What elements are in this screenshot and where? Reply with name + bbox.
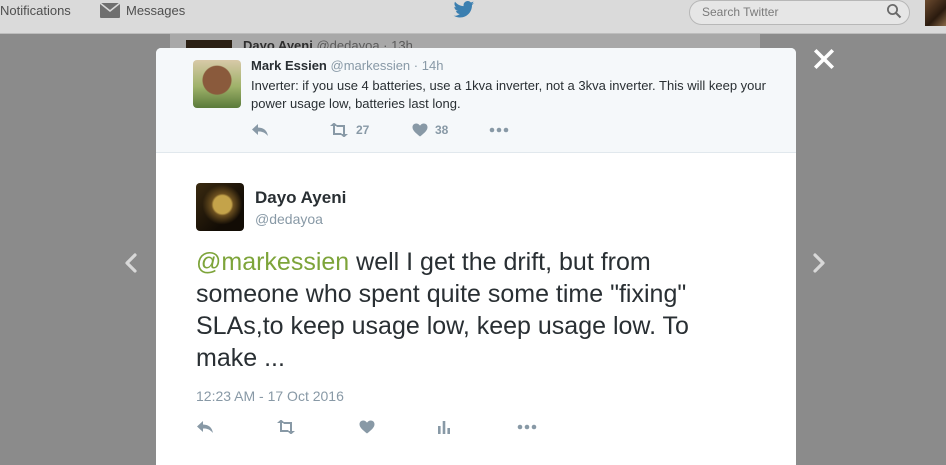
search-box — [689, 0, 910, 25]
main-author-handle[interactable]: @dedayoa — [255, 211, 323, 227]
analytics-button[interactable] — [437, 420, 451, 434]
search-icon[interactable] — [886, 3, 902, 19]
heart-icon — [412, 123, 428, 137]
parent-author-name[interactable]: Mark Essien — [251, 58, 327, 73]
parent-time[interactable]: 14h — [422, 58, 444, 73]
more-button[interactable] — [517, 420, 537, 434]
nav-notifications[interactable]: Notifications — [0, 3, 71, 18]
retweet-button[interactable] — [276, 420, 296, 434]
reply-button[interactable] — [196, 420, 214, 434]
twitter-bird-icon[interactable] — [453, 0, 475, 20]
account-avatar[interactable] — [925, 0, 946, 26]
parent-retweet-count: 27 — [356, 123, 370, 137]
retweet-icon — [330, 123, 348, 137]
main-avatar[interactable] — [196, 183, 244, 231]
parent-tweet[interactable]: Mark Essien @markessien · 14h Inverter: … — [156, 48, 796, 153]
parent-like-count: 38 — [435, 123, 449, 137]
more-icon — [489, 127, 509, 133]
tweet-permalink-modal: Mark Essien @markessien · 14h Inverter: … — [156, 48, 796, 465]
nav-messages-label: Messages — [126, 3, 186, 18]
close-icon[interactable] — [812, 47, 836, 71]
parent-retweet-button[interactable]: 27 — [329, 123, 369, 137]
parent-dot: · — [413, 58, 419, 73]
chevron-left-icon[interactable] — [122, 251, 140, 275]
tweet-timestamp[interactable]: 12:23 AM - 17 Oct 2016 — [196, 388, 344, 404]
reply-icon — [197, 421, 213, 433]
nav-notifications-label: Notifications — [0, 3, 71, 18]
parent-avatar[interactable] — [193, 60, 241, 108]
like-button[interactable] — [359, 420, 375, 434]
envelope-icon — [100, 3, 120, 18]
parent-tweet-text: Inverter: if you use 4 batteries, use a … — [251, 78, 766, 111]
main-tweet: Dayo Ayeni @dedayoa @markessien well I g… — [156, 154, 796, 465]
main-tweet-text: @markessien well I get the drift, but fr… — [196, 246, 756, 374]
parent-tweet-header: Mark Essien @markessien · 14h — [251, 58, 443, 73]
retweet-icon — [277, 420, 295, 434]
chevron-right-icon[interactable] — [810, 251, 828, 275]
reply-icon — [252, 124, 268, 136]
more-icon — [517, 424, 537, 430]
main-author-name[interactable]: Dayo Ayeni — [255, 188, 346, 208]
search-input[interactable] — [702, 3, 882, 21]
analytics-icon — [438, 421, 450, 434]
parent-more-button[interactable] — [489, 123, 509, 137]
parent-author-handle[interactable]: @markessien — [331, 58, 411, 73]
mention-link[interactable]: @markessien — [196, 248, 349, 276]
parent-reply-button[interactable] — [251, 123, 269, 137]
heart-icon — [359, 420, 375, 434]
nav-messages[interactable]: Messages — [100, 3, 185, 18]
top-navigation-bar: Notifications Messages — [0, 0, 946, 34]
parent-like-button[interactable]: 38 — [412, 123, 448, 137]
